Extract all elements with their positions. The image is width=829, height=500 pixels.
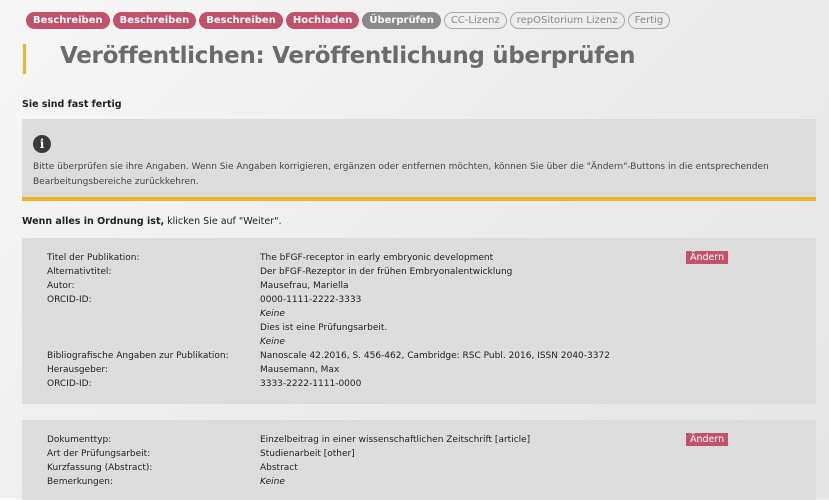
row-label: Art der Prüfungsarbeit: [47,449,151,459]
row-value: Einzelbeitrag in einer wissenschaftliche… [260,435,531,445]
row-label: Kurzfassung (Abstract): [47,463,153,473]
step-beschreiben-3[interactable]: Beschreiben [199,12,283,29]
row-label: ORCID-ID: [47,379,92,389]
row-label: Bemerkungen: [47,477,114,487]
row-label: Autor: [47,281,75,291]
proceed-hint: Wenn alles in Ordnung ist, klicken Sie a… [22,216,281,227]
info-box: i Bitte überprüfen sie ihre Angaben. Wen… [22,119,816,201]
page-title: Veröffentlichen: Veröffentlichung überpr… [60,43,636,69]
row-label: Titel der Publikation: [47,253,140,263]
row-label: Alternativtitel: [47,267,112,277]
row-value: Keine [260,309,285,319]
row-value: 0000-1111-2222-3333 [260,295,362,305]
review-section-document: Ändern Dokumenttyp: Einzelbeitrag in eine… [22,420,816,500]
step-ueberpruefen: Überprüfen [362,12,441,29]
row-value: Abstract [260,463,298,473]
step-fertig: Fertig [627,12,671,29]
step-cc-lizenz: CC-Lizenz [443,12,507,29]
proceed-hint-rest: klicken Sie auf "Weiter". [164,216,282,227]
row-value: Mausemann, Max [260,365,340,375]
subtitle: Sie sind fast fertig [22,99,122,110]
row-label: Dokumenttyp: [47,435,112,445]
row-value: Keine [260,337,285,347]
row-value: Mausefrau, Mariella [260,281,349,291]
row-label: Herausgeber: [47,365,108,375]
progress-steps: Beschreiben Beschreiben Beschreiben Hoch… [26,12,671,29]
row-value: Studienarbeit [other] [260,449,355,459]
row-label: Bibliografische Angaben zur Publikation: [47,351,229,361]
info-text: Bitte überprüfen sie ihre Angaben. Wenn … [33,162,769,187]
row-value: Keine [260,477,285,487]
edit-button-publication[interactable]: Ändern [686,251,729,264]
info-icon: i [33,135,51,153]
step-beschreiben-1[interactable]: Beschreiben [26,12,110,29]
review-section-publication: Ändern Titel der Publikation: The bFGF-re… [22,238,816,404]
step-hochladen[interactable]: Hochladen [285,12,360,29]
proceed-hint-bold: Wenn alles in Ordnung ist, [22,216,165,227]
step-beschreiben-2[interactable]: Beschreiben [112,12,197,29]
step-repositorium-lizenz: repOSitorium Lizenz [509,12,625,29]
row-value: Dies ist eine Prüfungsarbeit. [260,323,388,333]
row-value: The bFGF-receptor in early embryonic dev… [260,253,494,263]
edit-button-document[interactable]: Ändern [686,433,729,446]
row-value: Der bFGF-Rezeptor in der frühen Embryona… [260,267,513,277]
row-label: ORCID-ID: [47,295,92,305]
row-value: Nanoscale 42.2016, S. 456-462, Cambridge… [260,351,610,361]
title-accent-bar [23,44,26,74]
row-value: 3333-2222-1111-0000 [260,379,362,389]
